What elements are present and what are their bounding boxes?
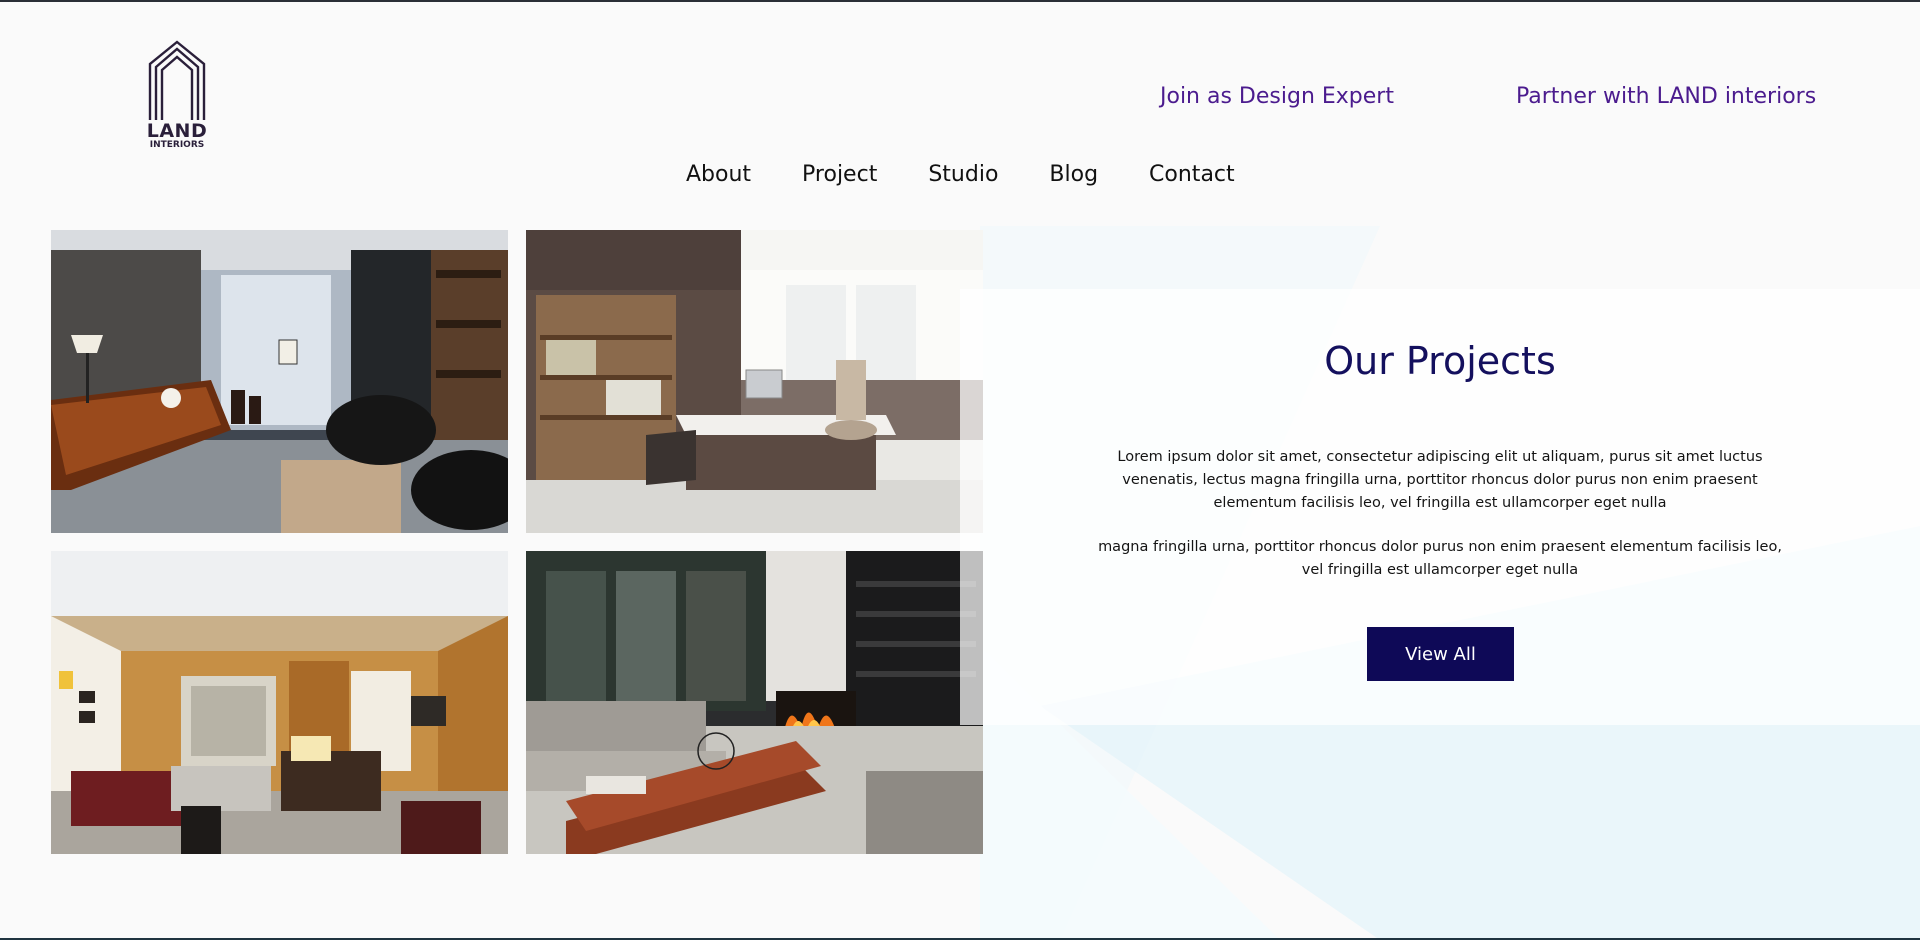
nav-item-contact[interactable]: Contact bbox=[1149, 162, 1235, 187]
nav-item-project[interactable]: Project bbox=[802, 162, 877, 187]
projects-title: Our Projects bbox=[1324, 339, 1556, 383]
project-photo-reception[interactable] bbox=[51, 551, 508, 854]
project-photo-living-room[interactable] bbox=[526, 551, 983, 854]
projects-paragraph-1: Lorem ipsum dolor sit amet, consectetur … bbox=[1117, 449, 1763, 511]
main-nav: About Project Studio Blog Contact bbox=[686, 162, 1235, 187]
projects-card: Our Projects Lorem ipsum dolor sit amet,… bbox=[960, 289, 1920, 725]
nav-item-blog[interactable]: Blog bbox=[1049, 162, 1098, 187]
partner-link[interactable]: Partner with LAND interiors bbox=[1516, 84, 1816, 109]
nav-item-about[interactable]: About bbox=[686, 162, 751, 187]
house-logo-icon bbox=[148, 40, 206, 120]
project-photo-office[interactable] bbox=[51, 230, 508, 533]
brand-name: LAND bbox=[146, 120, 208, 142]
projects-paragraph-2: magna fringilla urna, porttitor rhoncus … bbox=[1098, 539, 1782, 578]
view-all-button[interactable]: View All bbox=[1367, 627, 1514, 681]
project-photo-study[interactable] bbox=[526, 230, 983, 533]
top-border bbox=[0, 0, 1920, 2]
join-design-expert-link[interactable]: Join as Design Expert bbox=[1160, 84, 1394, 109]
brand-logo[interactable]: LAND INTERIORS bbox=[146, 40, 208, 156]
brand-subtitle: INTERIORS bbox=[149, 140, 205, 150]
nav-item-studio[interactable]: Studio bbox=[928, 162, 998, 187]
